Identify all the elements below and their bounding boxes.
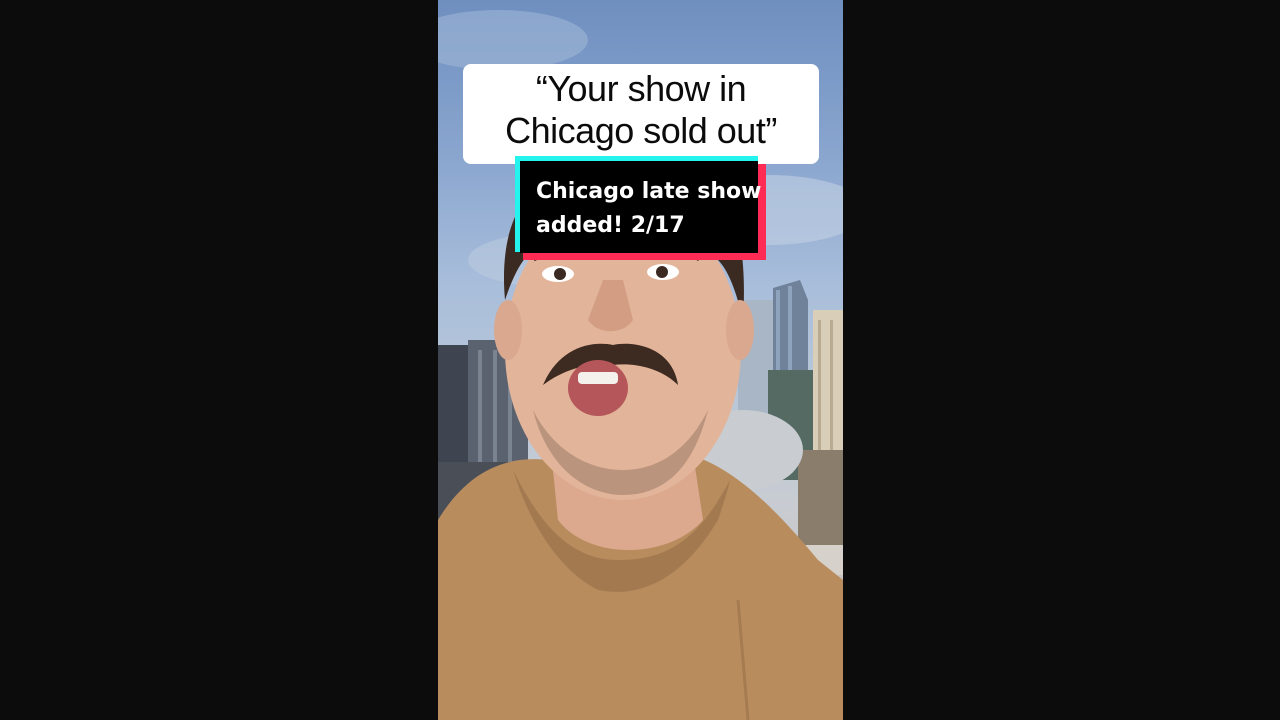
quote-caption: “Your show in Chicago sold out” <box>463 64 819 164</box>
cloud <box>438 10 588 70</box>
pupil <box>656 266 668 278</box>
sticker-text-box: Chicago late show added! 2/17 <box>520 161 762 253</box>
letterbox-right <box>843 0 1280 720</box>
player-stage: “Your show in Chicago sold out” Chicago … <box>0 0 1280 720</box>
announcement-sticker: Chicago late show added! 2/17 <box>515 156 766 260</box>
pupil <box>554 268 566 280</box>
trees <box>798 450 843 550</box>
mouth <box>568 360 628 416</box>
video-frame[interactable]: “Your show in Chicago sold out” Chicago … <box>438 0 843 720</box>
sticker-line: Chicago late show <box>536 179 762 204</box>
quote-caption-line: Chicago sold out” <box>505 110 777 151</box>
quote-caption-line: “Your show in <box>535 68 747 109</box>
letterbox-left <box>0 0 438 720</box>
sticker-line: added! 2/17 <box>536 213 685 238</box>
ear <box>726 300 754 360</box>
teeth <box>578 372 618 384</box>
ear <box>494 300 522 360</box>
